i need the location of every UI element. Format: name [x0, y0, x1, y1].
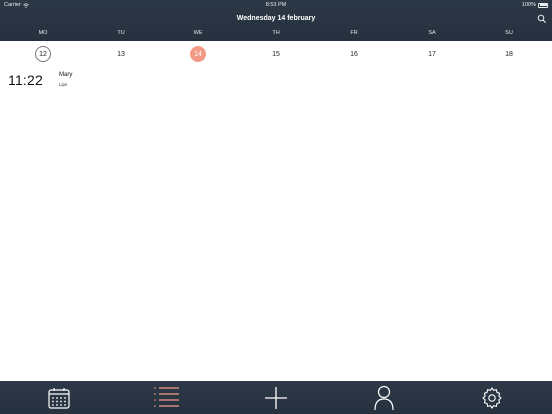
battery-percent: 100%: [521, 2, 536, 8]
dates-row: 12 13 14 15 16 17 18: [0, 41, 552, 65]
date-17[interactable]: 17: [424, 46, 440, 62]
page-title: Wednesday 14 february: [236, 15, 316, 22]
list-icon: [154, 386, 179, 407]
date-12[interactable]: 12: [35, 46, 51, 62]
day-name-th: TH: [272, 30, 280, 36]
calendar-icon: [48, 387, 70, 409]
appointment-service: Lips: [59, 82, 68, 87]
status-bar: Carrier 8:53 PM 100%: [0, 0, 552, 10]
search-icon[interactable]: [537, 14, 547, 24]
appointment-item[interactable]: 11:22 Mary Lips: [8, 70, 128, 92]
tab-profile[interactable]: [354, 381, 414, 414]
day-name-sa: SA: [428, 30, 436, 36]
appointment-time: 11:22: [8, 72, 43, 88]
date-13[interactable]: 13: [113, 46, 129, 62]
add-icon: [265, 386, 287, 409]
status-right: 100%: [522, 2, 548, 8]
tab-settings[interactable]: [462, 381, 522, 414]
date-15[interactable]: 15: [268, 46, 284, 62]
appointment-client: Mary: [59, 72, 73, 78]
date-16[interactable]: 16: [346, 46, 362, 62]
person-icon: [374, 385, 394, 410]
day-name-we: WE: [193, 30, 203, 36]
top-bar: Carrier 8:53 PM 100% Wednesday 14 februa…: [0, 0, 552, 41]
day-name-fr: FR: [350, 30, 358, 36]
date-18[interactable]: 18: [501, 46, 517, 62]
week-header: MO TU WE TH FR SA SU: [0, 28, 552, 40]
gear-icon: [482, 386, 502, 409]
status-time: 8:53 PM: [265, 2, 287, 8]
date-14-selected[interactable]: 14: [190, 46, 206, 62]
day-name-mo: MO: [38, 30, 48, 36]
day-name-su: SU: [505, 30, 513, 36]
tab-add[interactable]: [246, 381, 306, 414]
battery-icon: [538, 2, 548, 8]
tab-calendar[interactable]: [29, 381, 89, 414]
tab-list[interactable]: [137, 381, 197, 414]
tab-bar: [0, 381, 552, 414]
day-name-tu: TU: [117, 30, 125, 36]
